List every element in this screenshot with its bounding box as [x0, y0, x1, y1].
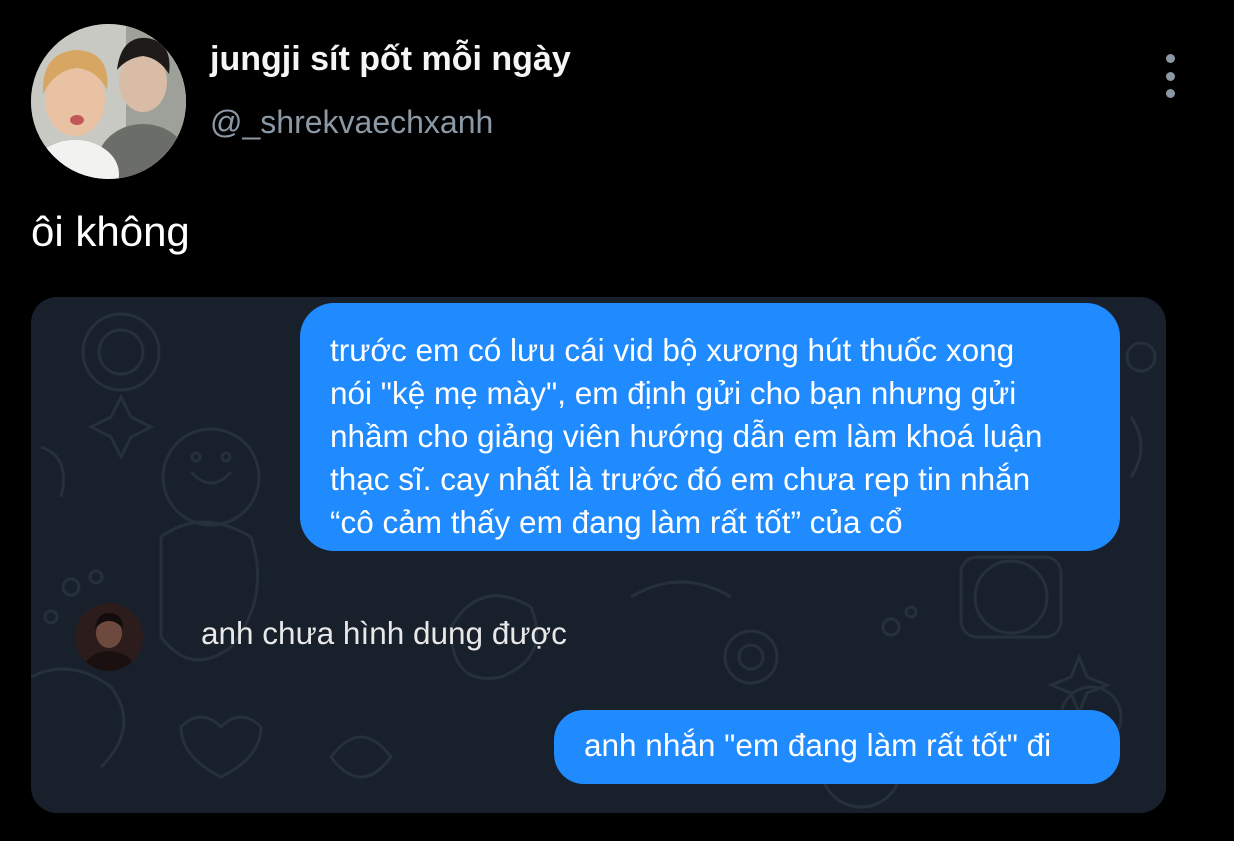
message-line: nói "kệ mẹ mày", em định gửi cho bạn như…: [330, 375, 1017, 411]
display-name[interactable]: jungji sít pốt mỗi ngày: [210, 40, 571, 79]
message-line: trước em có lưu cái vid bộ xương hút thu…: [330, 332, 1015, 368]
message-bubble-outgoing: anh nhắn "em đang làm rất tốt" đi: [554, 710, 1120, 784]
tweet-text: ôi không: [31, 208, 190, 255]
contact-avatar: [75, 603, 143, 671]
tweet-media-image[interactable]: trước em có lưu cái vid bộ xương hút thu…: [31, 297, 1166, 813]
profile-avatar[interactable]: [31, 24, 186, 179]
user-handle[interactable]: @_shrekvaechxanh: [210, 104, 493, 141]
more-vertical-icon-dot: [1165, 89, 1175, 98]
message-bubble-outgoing: trước em có lưu cái vid bộ xương hút thu…: [300, 303, 1120, 551]
message-line: thạc sĩ. cay nhất là trước đó em chưa re…: [330, 461, 1031, 497]
more-vertical-icon: [1165, 54, 1175, 63]
message-line: “cô cảm thấy em đang làm rất tốt” của cổ: [330, 504, 903, 540]
message-line: nhầm cho giảng viên hướng dẫn em làm kho…: [330, 418, 1043, 454]
more-options-button[interactable]: [1158, 54, 1182, 98]
more-vertical-icon-dot: [1165, 71, 1175, 81]
message-incoming: anh chưa hình dung được: [201, 615, 567, 651]
